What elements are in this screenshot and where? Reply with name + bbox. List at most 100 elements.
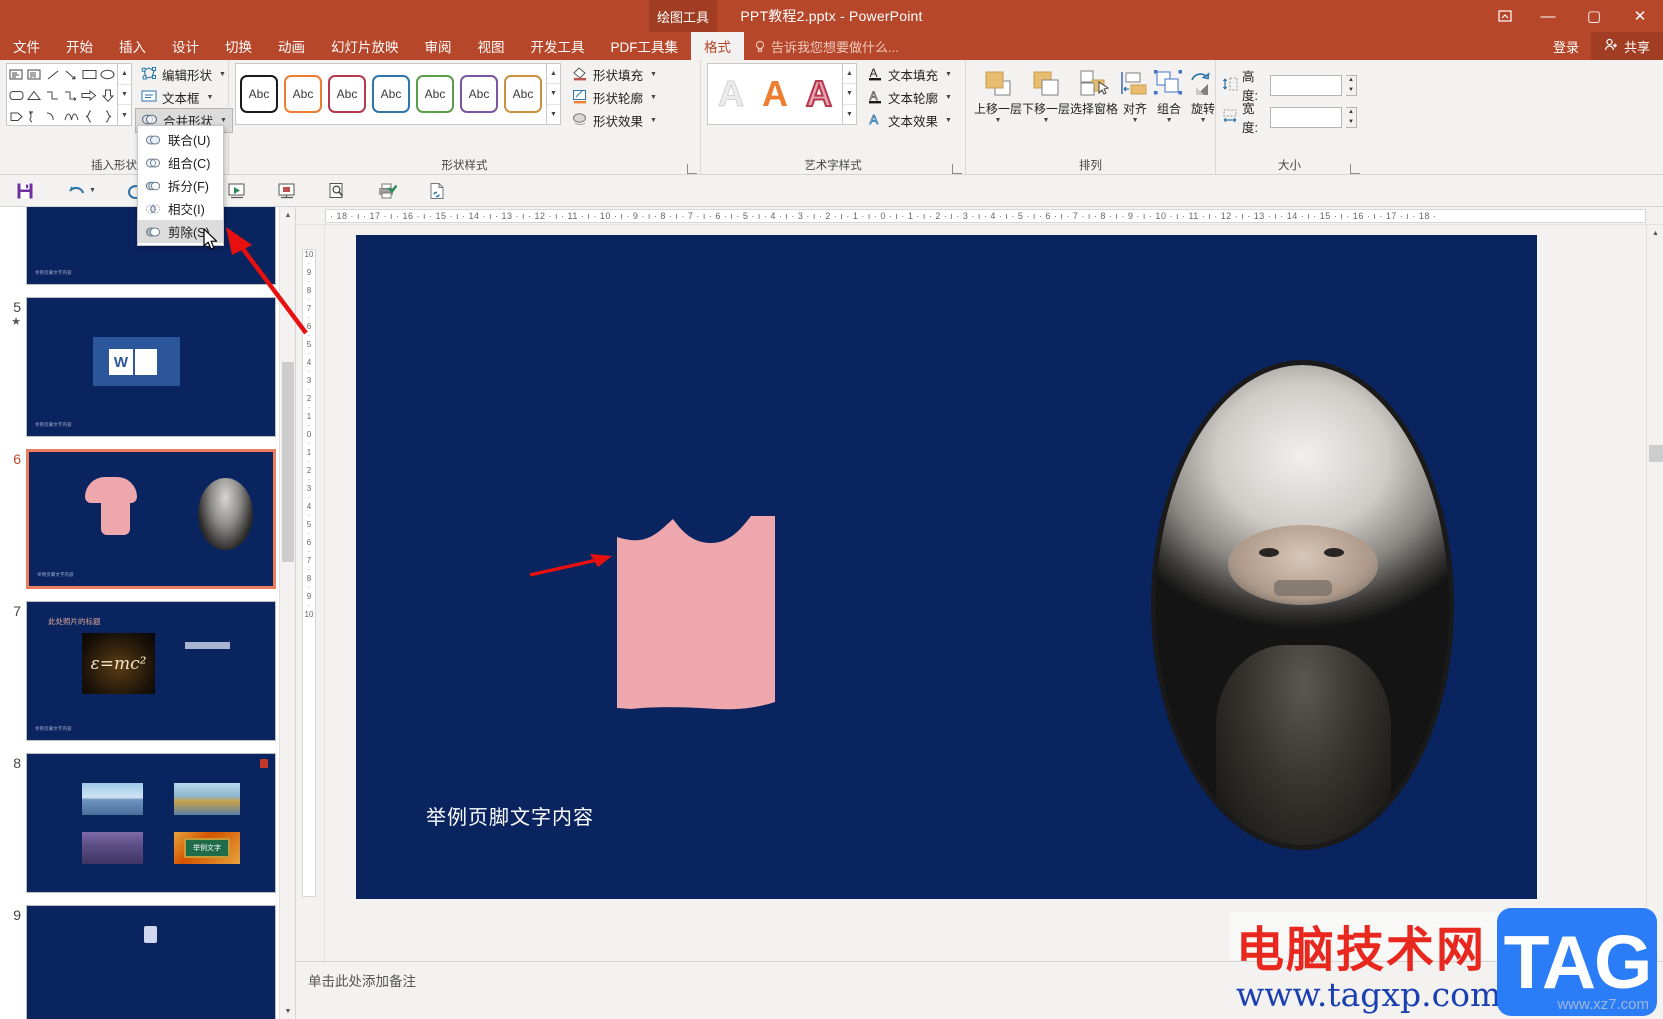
rectangle-icon[interactable]: [80, 64, 98, 85]
wordart-thumb[interactable]: A: [805, 75, 833, 113]
shapes-more-icon[interactable]: ▼: [118, 105, 131, 125]
width-spinner[interactable]: ▲ ▼: [1345, 106, 1357, 128]
undo-icon[interactable]: ▼: [50, 175, 112, 207]
height-input[interactable]: [1269, 74, 1342, 96]
slide-footer-text[interactable]: 举例页脚文字内容: [426, 801, 594, 830]
wordart-thumb[interactable]: A: [718, 75, 745, 112]
print-preview-icon[interactable]: [312, 175, 362, 207]
styles-scroll-up-icon[interactable]: ▲: [547, 64, 560, 85]
tab-file[interactable]: 文件: [0, 32, 53, 60]
slide-canvas-area[interactable]: 举例页脚文字内容: [325, 225, 1646, 1019]
scroll-down-icon[interactable]: ▼: [280, 1003, 295, 1019]
bring-forward-button[interactable]: 上移一层 ▼: [974, 63, 1022, 145]
shapes-scroll-up-icon[interactable]: ▲: [118, 64, 131, 85]
arc-icon[interactable]: [44, 106, 62, 127]
tell-me-box[interactable]: 告诉我您想要做什么...: [744, 32, 909, 60]
rounded-rectangle-icon[interactable]: [7, 85, 25, 106]
triangle-icon[interactable]: [25, 85, 43, 106]
shape-style-thumb[interactable]: Abc: [372, 75, 410, 113]
shape-style-thumb[interactable]: Abc: [460, 75, 498, 113]
line-arrow-icon[interactable]: [62, 64, 80, 85]
shape-styles-dialog-launcher[interactable]: [687, 164, 697, 174]
chevron-down-icon[interactable]: ▼: [1200, 117, 1207, 124]
styles-more-icon[interactable]: ▼: [547, 105, 560, 124]
elbow-arrow-icon[interactable]: [62, 85, 80, 106]
shapes-gallery[interactable]: [6, 63, 118, 126]
text-effects-button[interactable]: A 文本效果 ▼: [863, 109, 957, 132]
thumbnail-slide-8[interactable]: 8 举例文字: [0, 747, 295, 899]
menu-item-fragment[interactable]: 拆分(F): [138, 174, 223, 197]
chevron-down-icon[interactable]: ▼: [1166, 117, 1173, 124]
chevron-down-icon[interactable]: ▼: [1132, 117, 1139, 124]
size-dialog-launcher[interactable]: [1350, 164, 1360, 174]
align-button[interactable]: 对齐 ▼: [1118, 63, 1152, 145]
shape-fill-button[interactable]: 形状填充 ▼: [567, 63, 662, 86]
tab-slideshow[interactable]: 幻灯片放映: [318, 32, 412, 60]
send-backward-button[interactable]: 下移一层 ▼: [1022, 63, 1070, 145]
chevron-down-icon[interactable]: ▼: [650, 71, 657, 78]
freeform-icon[interactable]: [25, 106, 43, 127]
textbox-button[interactable]: 文本框 ▼: [136, 86, 232, 109]
elbow-connector-icon[interactable]: [44, 85, 62, 106]
shape-style-thumb[interactable]: Abc: [416, 75, 454, 113]
chevron-down-icon[interactable]: ▼: [945, 71, 952, 78]
right-arrow-icon[interactable]: [80, 85, 98, 106]
tab-review[interactable]: 审阅: [412, 32, 465, 60]
tab-insert[interactable]: 插入: [106, 32, 159, 60]
minimize-button[interactable]: —: [1525, 0, 1571, 32]
hyperlink-doc-icon[interactable]: [412, 175, 462, 207]
width-input[interactable]: [1269, 106, 1342, 128]
chevron-down-icon[interactable]: ▼: [650, 94, 657, 101]
merged-pink-shape[interactable]: [617, 516, 775, 711]
wordart-gallery-scroll[interactable]: ▲ ▼ ▼: [843, 63, 857, 125]
slide-preview[interactable]: 此处照片的标题 ε=mc² 举例页脚文字内容: [26, 601, 276, 741]
shape-outline-button[interactable]: 形状轮廓 ▼: [567, 86, 662, 109]
chevron-down-icon[interactable]: ▼: [1043, 117, 1050, 124]
tab-design[interactable]: 设计: [159, 32, 212, 60]
chevron-down-icon[interactable]: ▼: [89, 187, 96, 194]
tab-view[interactable]: 视图: [465, 32, 518, 60]
chevron-down-icon[interactable]: ▼: [219, 71, 226, 78]
chevron-down-icon[interactable]: ▼: [995, 117, 1002, 124]
left-brace-icon[interactable]: [80, 106, 98, 127]
present-icon[interactable]: [262, 175, 312, 207]
scroll-up-icon[interactable]: ▲: [1647, 225, 1663, 242]
wordart-scroll-down-icon[interactable]: ▼: [843, 84, 856, 105]
tab-format[interactable]: 格式: [691, 32, 744, 60]
selection-pane-button[interactable]: 选择窗格: [1070, 63, 1118, 145]
tab-animations[interactable]: 动画: [265, 32, 318, 60]
curve-icon[interactable]: [62, 106, 80, 127]
down-arrow-icon[interactable]: [99, 85, 117, 106]
shape-styles-gallery[interactable]: Abc Abc Abc Abc Abc Abc Abc: [235, 63, 547, 125]
right-brace-icon[interactable]: [99, 106, 117, 127]
slide-preview-selected[interactable]: 举例页脚文字内容: [26, 449, 276, 589]
oval-icon[interactable]: [99, 64, 117, 85]
notes-pane[interactable]: 单击此处添加备注: [296, 961, 1663, 1019]
shapes-scroll-down-icon[interactable]: ▼: [118, 85, 131, 106]
pentagon-icon[interactable]: [7, 106, 25, 127]
text-outline-button[interactable]: A 文本轮廓 ▼: [863, 86, 957, 109]
text-fill-button[interactable]: A 文本填充 ▼: [863, 63, 957, 86]
menu-item-union[interactable]: 联合(U): [138, 128, 223, 151]
wordart-dialog-launcher[interactable]: [952, 164, 962, 174]
chevron-down-icon[interactable]: ▼: [945, 94, 952, 101]
edit-shape-button[interactable]: 编辑形状 ▼: [136, 63, 232, 86]
vertical-textbox-icon[interactable]: [25, 64, 43, 85]
line-icon[interactable]: [44, 64, 62, 85]
chevron-down-icon[interactable]: ▼: [220, 117, 227, 124]
current-slide[interactable]: 举例页脚文字内容: [356, 235, 1537, 899]
sign-in-button[interactable]: 登录: [1541, 32, 1591, 60]
shape-style-thumb[interactable]: Abc: [504, 75, 542, 113]
chevron-down-icon[interactable]: ▼: [650, 117, 657, 124]
slide-preview[interactable]: [26, 905, 276, 1019]
tab-home[interactable]: 开始: [53, 32, 106, 60]
wordart-thumb[interactable]: A: [762, 76, 788, 112]
shapes-gallery-scroll[interactable]: ▲ ▼ ▼: [118, 63, 132, 126]
close-button[interactable]: ✕: [1617, 0, 1663, 32]
height-spinner[interactable]: ▲ ▼: [1345, 74, 1357, 96]
thumbnail-slide-6[interactable]: 6 举例页脚文字内容: [0, 443, 295, 595]
menu-item-combine[interactable]: 组合(C): [138, 151, 223, 174]
tab-transitions[interactable]: 切换: [212, 32, 265, 60]
tab-pdf-toolkit[interactable]: PDF工具集: [598, 32, 692, 60]
thumbnail-slide-9[interactable]: 9: [0, 899, 295, 1019]
